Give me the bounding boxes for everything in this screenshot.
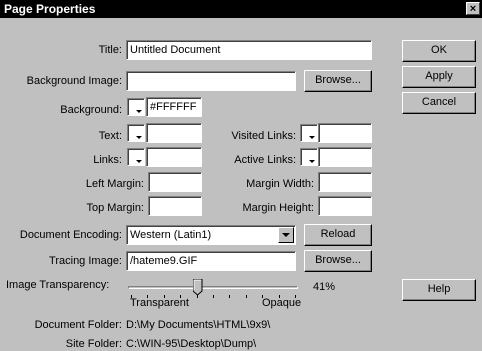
ok-button[interactable]: OK [402,40,476,62]
title-bar: Page Properties × [0,0,482,18]
title-input[interactable]: Untitled Document [126,40,372,60]
slider-tick [196,295,198,298]
apply-button[interactable]: Apply [402,66,476,88]
active-links-label: Active Links: [234,154,296,166]
transparency-slider-track[interactable] [128,286,298,289]
chevron-down-icon [309,136,315,139]
text-color-input[interactable] [146,123,202,143]
chevron-down-icon [136,160,142,163]
background-image-input[interactable] [126,71,296,91]
margin-height-input[interactable] [318,196,372,216]
transparency-value: 41% [313,281,336,293]
document-folder-value: D:\My Documents\HTML\9x9\ [126,319,271,331]
reload-button[interactable]: Reload [304,224,372,246]
chevron-down-icon [282,233,290,237]
left-margin-label: Left Margin: [85,178,144,190]
document-encoding-select[interactable]: Western (Latin1) [126,225,296,245]
opaque-label: Opaque [262,297,302,309]
document-folder-label: Document Folder: [34,319,122,331]
background-color-input[interactable]: #FFFFFF [146,97,202,117]
chevron-down-icon [136,110,142,113]
chevron-down-icon [136,136,142,139]
visited-links-label: Visited Links: [231,130,296,142]
slider-thumb-icon [192,278,203,296]
help-button[interactable]: Help [402,279,476,301]
transparent-label: Transparent [130,297,189,309]
tracing-image-browse-button[interactable]: Browse... [304,250,372,272]
site-folder-label: Site Folder: [65,338,122,350]
margin-width-input[interactable] [318,172,372,192]
background-image-browse-button[interactable]: Browse... [304,70,372,92]
document-encoding-value: Western (Latin1) [130,229,212,241]
background-color-picker[interactable] [127,98,145,116]
links-color-label: Links: [93,154,122,166]
close-icon: × [469,3,477,15]
active-links-color-picker[interactable] [300,148,318,166]
background-image-label: Background Image: [26,75,122,87]
transparency-slider-thumb[interactable] [192,278,203,296]
title-label: Title: [98,44,122,56]
slider-tick [229,295,231,298]
text-color-label: Text: [98,130,122,142]
active-links-input[interactable] [318,147,372,167]
visited-links-color-picker[interactable] [300,124,318,142]
tracing-image-label: Tracing Image: [49,255,122,267]
dropdown-button[interactable] [278,227,294,243]
site-folder-value: C:\WIN-95\Desktop\Dump\ [126,338,257,350]
top-margin-input[interactable] [148,196,202,216]
text-color-picker[interactable] [127,124,145,142]
close-button[interactable]: × [466,2,480,15]
slider-tick [245,295,247,298]
background-label: Background: [60,104,122,116]
window-title: Page Properties [4,2,96,16]
cancel-button[interactable]: Cancel [402,92,476,114]
margin-width-label: Margin Width: [246,178,314,190]
chevron-down-icon [309,160,315,163]
left-margin-input[interactable] [148,172,202,192]
document-encoding-label: Document Encoding: [19,229,122,241]
top-margin-label: Top Margin: [86,202,144,214]
links-color-picker[interactable] [127,148,145,166]
tracing-image-input[interactable]: /hateme9.GIF [126,251,296,271]
links-color-input[interactable] [146,147,202,167]
image-transparency-label: Image Transparency: [6,279,110,291]
slider-tick [213,295,214,298]
margin-height-label: Margin Height: [242,202,314,214]
visited-links-input[interactable] [318,123,372,143]
